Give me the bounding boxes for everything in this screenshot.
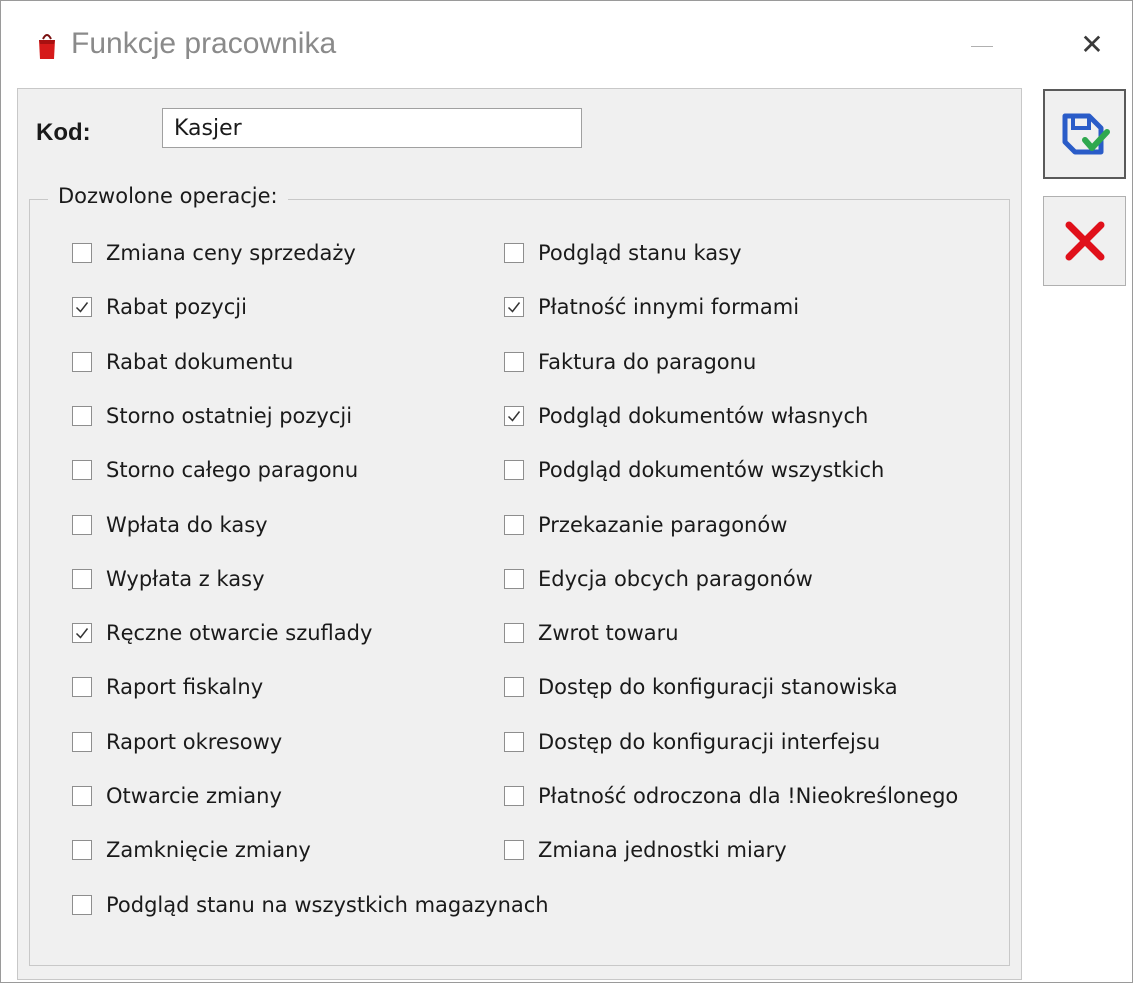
checkbox-item[interactable]: Podgląd dokumentów wszystkich <box>504 453 884 487</box>
checkbox-item[interactable]: Wypłata z kasy <box>72 562 265 596</box>
dialog-window: Funkcje pracownika ✕ Kod: Dozwolone oper… <box>0 0 1133 983</box>
title-bar[interactable]: Funkcje pracownika ✕ <box>1 1 1132 85</box>
checkbox[interactable] <box>504 460 524 480</box>
checkbox-label: Storno całego paragonu <box>106 458 359 482</box>
group-label: Dozwolone operacje: <box>48 184 288 208</box>
checkbox-label: Zwrot towaru <box>538 621 679 645</box>
checkbox[interactable] <box>72 895 92 915</box>
checkbox-label: Przekazanie paragonów <box>538 513 788 537</box>
checkbox-label: Wypłata z kasy <box>106 567 265 591</box>
checkbox[interactable] <box>504 840 524 860</box>
checkbox-label: Ręczne otwarcie szuflady <box>106 621 373 645</box>
checkbox[interactable] <box>504 677 524 697</box>
checkbox-item[interactable]: Zamknięcie zmiany <box>72 833 311 867</box>
checkbox[interactable] <box>504 786 524 806</box>
checkbox[interactable] <box>72 515 92 535</box>
app-bag-icon <box>37 29 57 61</box>
main-panel: Kod: Dozwolone operacje: Zmiana ceny spr… <box>17 88 1022 980</box>
checkbox-label: Podgląd stanu kasy <box>538 241 742 265</box>
checkbox[interactable] <box>72 677 92 697</box>
checkbox-item[interactable]: Zmiana jednostki miary <box>504 833 787 867</box>
cancel-button[interactable] <box>1043 196 1126 286</box>
checkbox-item[interactable]: Podgląd dokumentów własnych <box>504 399 868 433</box>
checkbox-item[interactable]: Raport okresowy <box>72 725 282 759</box>
checkbox-label: Rabat pozycji <box>106 295 247 319</box>
checkbox[interactable] <box>504 623 524 643</box>
checkbox[interactable] <box>72 297 92 317</box>
checkbox[interactable] <box>72 352 92 372</box>
checkbox-item[interactable]: Otwarcie zmiany <box>72 779 282 813</box>
checkbox-label: Rabat dokumentu <box>106 350 294 374</box>
checkbox-label: Storno ostatniej pozycji <box>106 404 353 428</box>
checkbox-label: Edycja obcych paragonów <box>538 567 813 591</box>
checkbox-label: Zmiana ceny sprzedaży <box>106 241 356 265</box>
checkbox-label: Raport okresowy <box>106 730 283 754</box>
checkbox-label: Faktura do paragonu <box>538 350 757 374</box>
kod-label: Kod: <box>36 119 91 146</box>
checkbox-label: Dostęp do konfiguracji stanowiska <box>538 675 898 699</box>
checkbox-label: Podgląd stanu na wszystkich magazynach <box>106 893 549 917</box>
window-title: Funkcje pracownika <box>71 27 337 60</box>
checkbox[interactable] <box>504 569 524 589</box>
checkbox-label: Dostęp do konfiguracji interfejsu <box>538 730 881 754</box>
checkbox[interactable] <box>72 243 92 263</box>
checkbox-item[interactable]: Rabat pozycji <box>72 290 247 324</box>
checkbox-item[interactable]: Edycja obcych paragonów <box>504 562 813 596</box>
checkbox-label: Podgląd dokumentów wszystkich <box>538 458 885 482</box>
checkbox-item[interactable]: Zwrot towaru <box>504 616 679 650</box>
checkbox-item[interactable]: Przekazanie paragonów <box>504 508 787 542</box>
checkbox-item[interactable]: Ręczne otwarcie szuflady <box>72 616 372 650</box>
checkbox-label: Zmiana jednostki miary <box>538 838 787 862</box>
checkbox[interactable] <box>72 840 92 860</box>
checkbox-label: Płatność innymi formami <box>538 295 800 319</box>
checkbox-item[interactable]: Dostęp do konfiguracji interfejsu <box>504 725 880 759</box>
checkbox-label: Podgląd dokumentów własnych <box>538 404 869 428</box>
checkbox[interactable] <box>72 569 92 589</box>
minimize-button[interactable] <box>957 23 1007 67</box>
checkbox-item[interactable]: Dostęp do konfiguracji stanowiska <box>504 670 898 704</box>
checkbox[interactable] <box>72 406 92 426</box>
checkbox-item[interactable]: Storno całego paragonu <box>72 453 358 487</box>
kod-input[interactable] <box>162 108 582 148</box>
checkbox-item[interactable]: Rabat dokumentu <box>72 345 293 379</box>
checkbox-item[interactable]: Storno ostatniej pozycji <box>72 399 352 433</box>
close-button[interactable]: ✕ <box>1067 23 1117 67</box>
checkbox-item[interactable]: Zmiana ceny sprzedaży <box>72 236 356 270</box>
checkbox-label: Zamknięcie zmiany <box>106 838 311 862</box>
checkbox-item[interactable]: Podgląd stanu na wszystkich magazynach <box>72 888 549 922</box>
checkbox[interactable] <box>504 406 524 426</box>
checkbox[interactable] <box>504 243 524 263</box>
minimize-icon <box>971 45 993 47</box>
checkbox[interactable] <box>504 515 524 535</box>
save-button[interactable] <box>1043 89 1126 179</box>
checkbox-label: Płatność odroczona dla !Nieokreślonego <box>538 784 959 808</box>
checkbox[interactable] <box>504 297 524 317</box>
checkbox-item[interactable]: Wpłata do kasy <box>72 508 268 542</box>
checkbox-item[interactable]: Płatność innymi formami <box>504 290 799 324</box>
checkbox[interactable] <box>504 732 524 752</box>
checkbox[interactable] <box>72 623 92 643</box>
checkbox-item[interactable]: Płatność odroczona dla !Nieokreślonego <box>504 779 958 813</box>
checkbox-label: Wpłata do kasy <box>106 513 268 537</box>
checkbox[interactable] <box>72 732 92 752</box>
checkbox-item[interactable]: Raport fiskalny <box>72 670 263 704</box>
checkbox-item[interactable]: Podgląd stanu kasy <box>504 236 742 270</box>
checkbox[interactable] <box>504 352 524 372</box>
checkbox[interactable] <box>72 786 92 806</box>
checkbox-label: Raport fiskalny <box>106 675 264 699</box>
checkbox-item[interactable]: Faktura do paragonu <box>504 345 756 379</box>
allowed-operations-group: Dozwolone operacje: Zmiana ceny sprzedaż… <box>29 184 1010 966</box>
checkbox[interactable] <box>72 460 92 480</box>
checkbox-label: Otwarcie zmiany <box>106 784 282 808</box>
